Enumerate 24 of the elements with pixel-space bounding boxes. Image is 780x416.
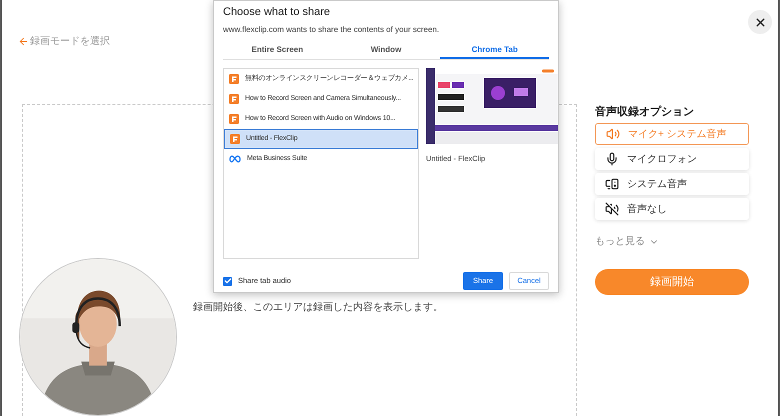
share-audio-checkbox[interactable] — [223, 276, 232, 286]
app-icon — [229, 94, 239, 104]
close-icon — [754, 16, 766, 28]
audio-option[interactable]: システム音声 — [595, 173, 749, 195]
app-icon — [229, 114, 239, 124]
audio-options-title: 音声収録オプション — [595, 104, 695, 120]
monitor-icon — [605, 177, 619, 191]
dialog-subtitle: www.flexclip.com wants to share the contents of your screen. — [223, 24, 440, 36]
microphone-icon — [605, 152, 619, 166]
audio-option[interactable]: マイクロフォン — [595, 148, 749, 170]
app-icon — [229, 74, 239, 84]
tab[interactable]: Chrome Tab — [440, 43, 550, 59]
back-arrow-icon — [18, 36, 29, 47]
mute-icon — [605, 202, 619, 216]
tab[interactable]: Entire Screen — [223, 43, 332, 59]
dialog-title: Choose what to share — [223, 5, 332, 18]
recording-message: 録画開始後、このエリアは録画した内容を表示します。 — [193, 302, 443, 313]
speaker-icon — [606, 127, 620, 141]
tab[interactable]: Window — [332, 43, 440, 59]
infinity-icon — [229, 155, 241, 163]
app-icon — [230, 134, 240, 144]
audio-option[interactable]: 音声なし — [595, 198, 749, 220]
close-button[interactable] — [748, 10, 772, 34]
more-link[interactable]: もっと見る — [595, 234, 659, 249]
